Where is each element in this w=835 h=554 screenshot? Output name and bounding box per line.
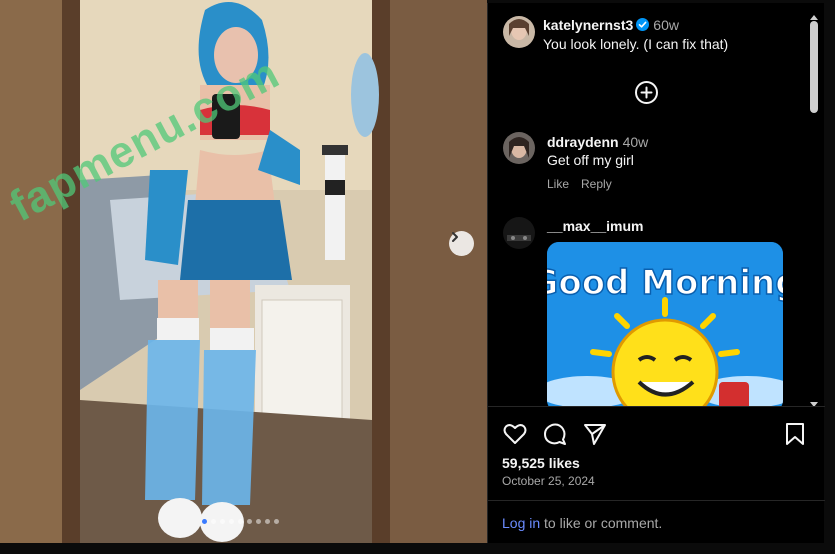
post-media[interactable]: fapmenu.com (0, 0, 487, 543)
comment-text: Get off my girl (547, 152, 634, 168)
add-circle-icon (634, 81, 659, 109)
carousel-dot (229, 519, 234, 524)
carousel-dot (238, 519, 243, 524)
post-date: October 25, 2024 (502, 474, 595, 488)
comment-author[interactable]: ddraydenn 40w (547, 134, 648, 150)
next-slide-button[interactable] (449, 231, 474, 256)
heart-icon (502, 424, 528, 451)
comments-scrollbar[interactable] (807, 7, 821, 406)
carousel-dot (274, 519, 279, 524)
like-count[interactable]: 59,525 likes (502, 455, 580, 471)
carousel-indicator (202, 519, 279, 524)
comments-panel: katelynernst3 60w You look lonely. (I can… (487, 3, 825, 543)
comment-username[interactable]: __max__imum (547, 218, 644, 234)
like-button[interactable] (502, 421, 528, 447)
load-more-comments-button[interactable] (634, 80, 659, 105)
divider (488, 500, 825, 501)
caption-author[interactable]: katelynernst3 60w (543, 17, 679, 33)
bookmark-icon (782, 423, 808, 451)
comment-icon (542, 423, 568, 451)
comment-time: 40w (622, 134, 649, 150)
carousel-dot (256, 519, 261, 524)
comment-button[interactable] (542, 421, 568, 447)
comment-gif[interactable]: Good Morning (547, 242, 783, 406)
divider (488, 406, 825, 407)
comment-actions: Like Reply (547, 177, 612, 191)
comments-list[interactable]: katelynernst3 60w You look lonely. (I can… (488, 3, 825, 406)
comment-avatar[interactable] (503, 132, 535, 164)
gif-caption: Good Morning (547, 263, 783, 303)
scrollbar-thumb[interactable] (810, 21, 818, 113)
caption-text: You look lonely. (I can fix that) (543, 36, 729, 52)
carousel-dot (202, 519, 207, 524)
caption-author-avatar[interactable] (503, 16, 535, 48)
caption-time: 60w (653, 17, 679, 33)
scroll-up-icon[interactable] (810, 9, 818, 20)
carousel-dot (265, 519, 270, 524)
login-prompt: Log in to like or comment. (502, 515, 662, 531)
comment-author[interactable]: __max__imum (547, 218, 644, 234)
verified-icon (636, 18, 650, 31)
carousel-dot (220, 519, 225, 524)
carousel-dot (247, 519, 252, 524)
save-button[interactable] (782, 421, 808, 447)
like-comment-button[interactable]: Like (547, 177, 569, 191)
carousel-dot (211, 519, 216, 524)
share-icon (582, 424, 608, 451)
share-button[interactable] (582, 421, 608, 447)
comment-avatar[interactable] (503, 217, 535, 249)
reply-button[interactable]: Reply (581, 177, 612, 191)
caption-username[interactable]: katelynernst3 (543, 17, 633, 33)
scroll-down-icon[interactable] (810, 395, 818, 406)
post-viewer: fapmenu.com katelynernst3 60w You look l… (0, 0, 835, 554)
login-prompt-text: to like or comment. (540, 515, 663, 531)
comment-username[interactable]: ddraydenn (547, 134, 619, 150)
login-link[interactable]: Log in (502, 515, 540, 531)
